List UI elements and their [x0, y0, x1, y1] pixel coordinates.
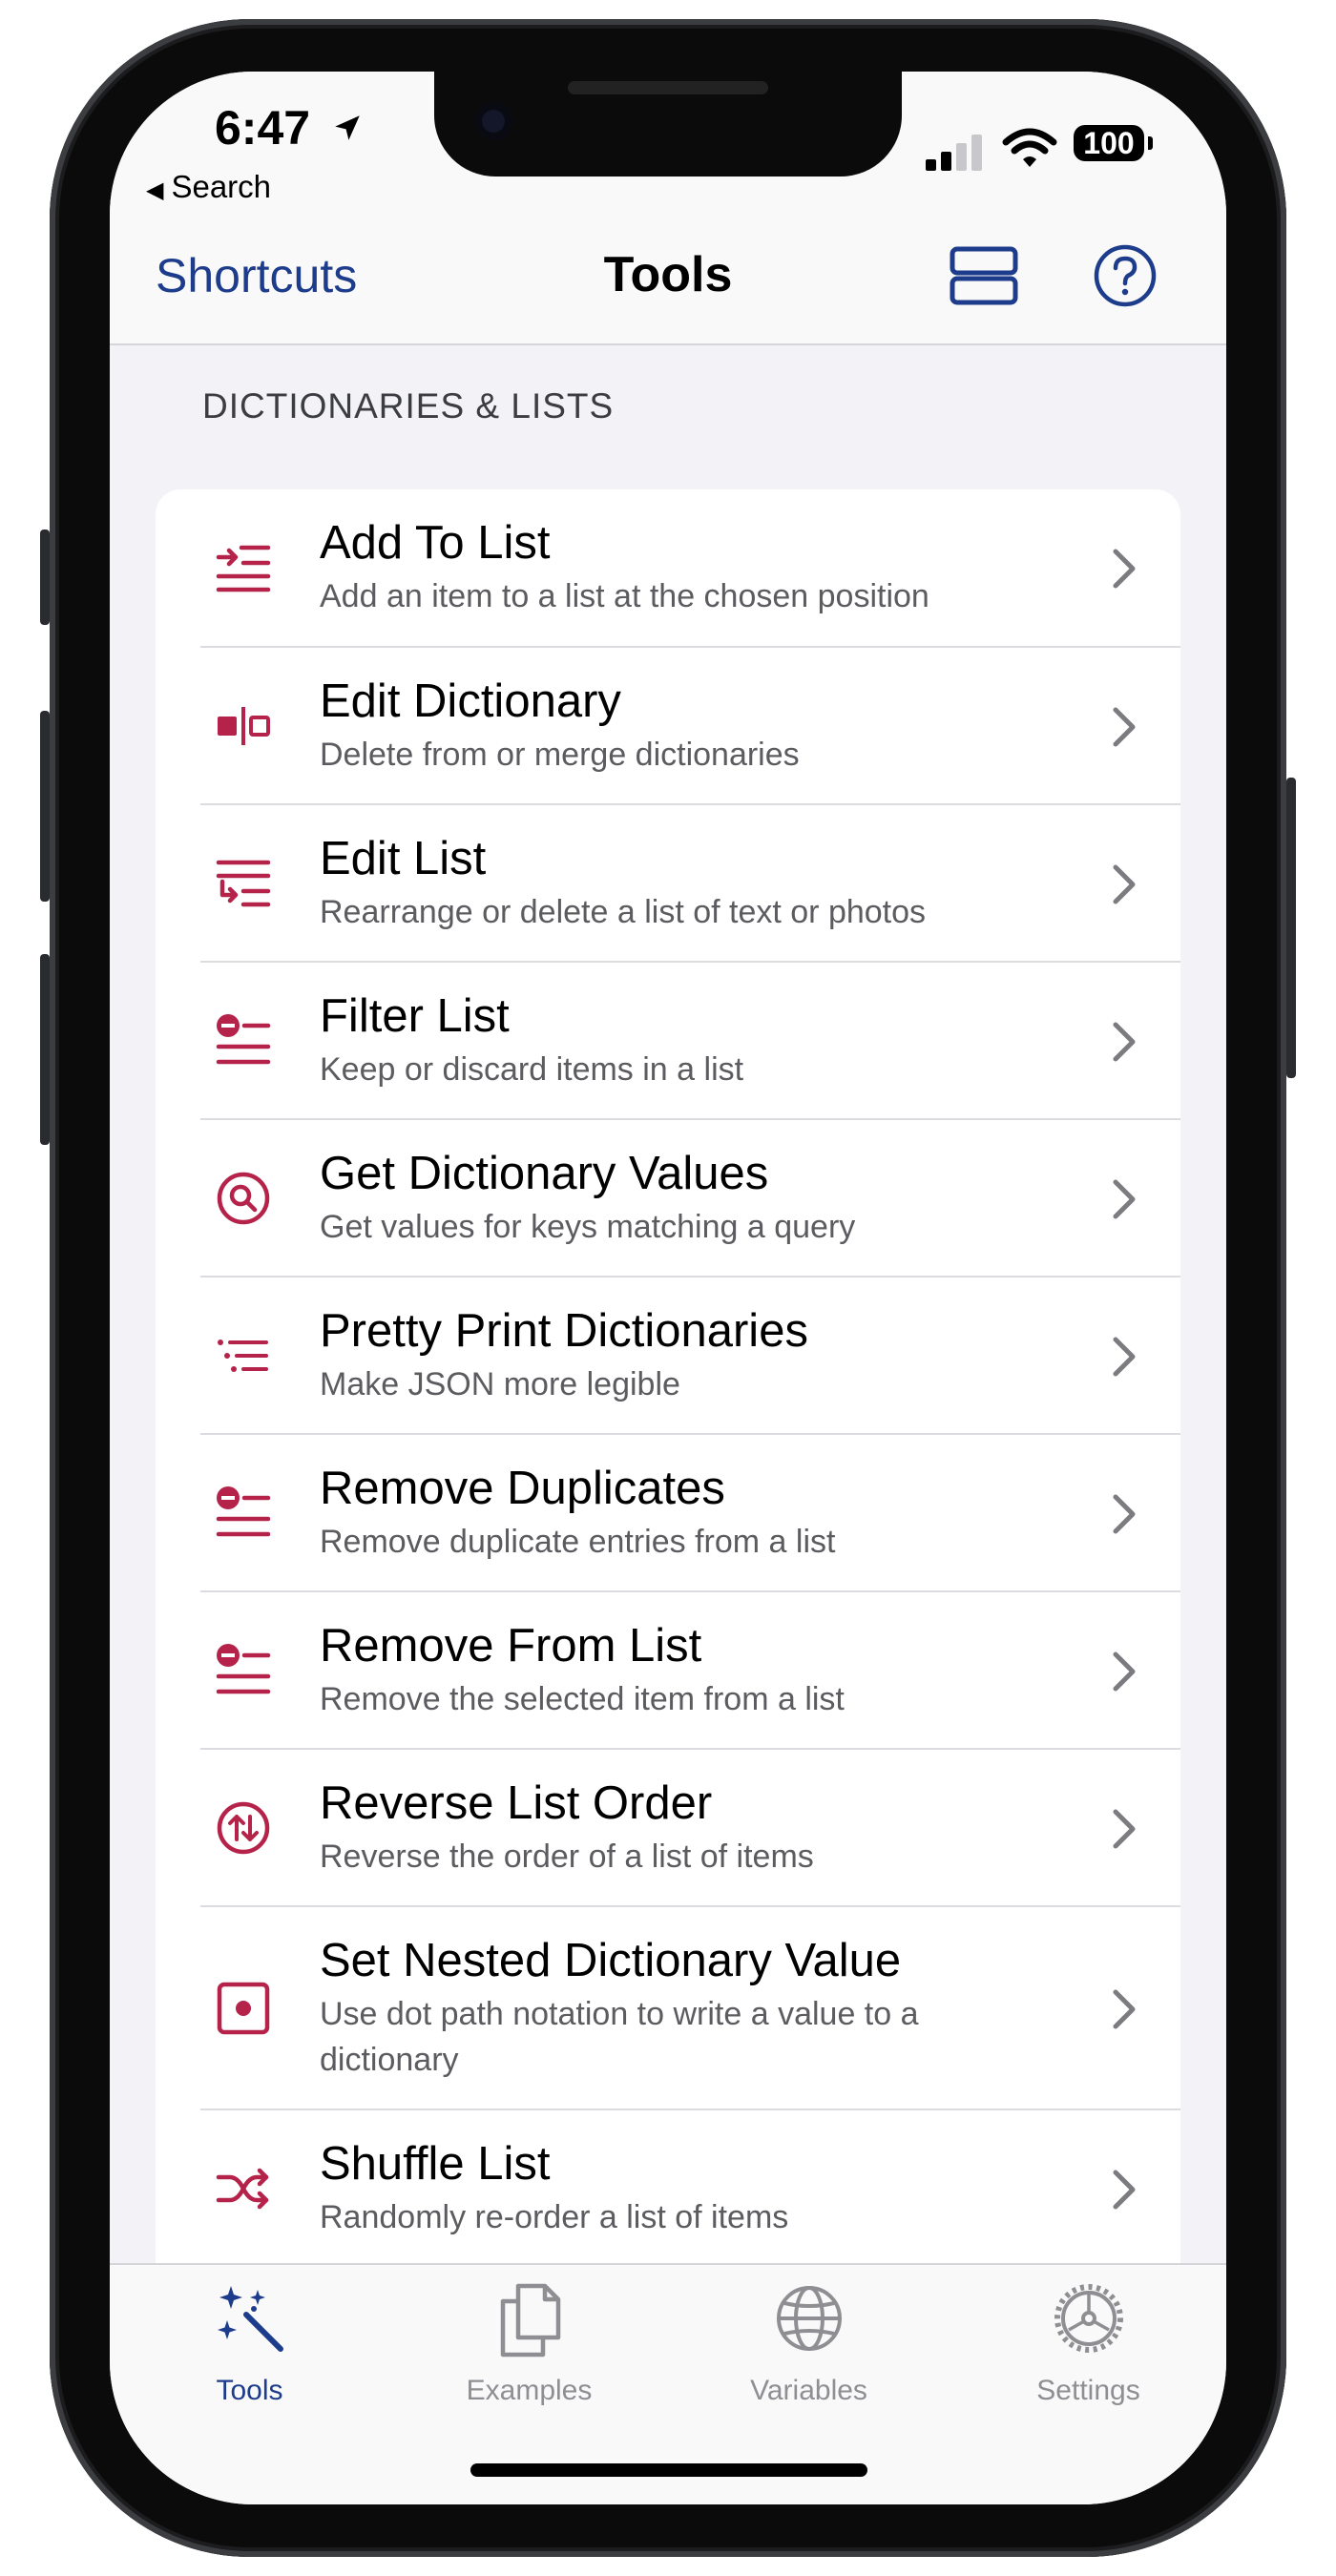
list-item-edit-list[interactable]: Edit List Rearrange or delete a list of …	[156, 805, 1180, 963]
front-camera	[474, 102, 512, 140]
list-item-add-to-list[interactable]: Add To List Add an item to a list at the…	[156, 489, 1180, 648]
item-subtitle: Remove the selected item from a list	[320, 1681, 845, 1717]
tab-examples[interactable]: Examples	[389, 2265, 669, 2427]
item-subtitle: Delete from or merge dictionaries	[320, 737, 800, 773]
list-remove-icon	[216, 1644, 271, 1694]
earpiece-speaker	[568, 81, 768, 94]
screen: 6:47 ◀ Search 100 Shortcuts Tools DICTIO…	[110, 72, 1226, 2504]
tab-settings[interactable]: Settings	[949, 2265, 1226, 2427]
chevron-right-icon	[1113, 707, 1136, 747]
item-title: Remove Duplicates	[320, 1463, 725, 1514]
dictionary-icon	[218, 707, 270, 745]
item-title: Set Nested Dictionary Value	[320, 1935, 902, 1986]
chevron-right-icon	[1113, 1179, 1136, 1219]
list-item-edit-dictionary[interactable]: Edit Dictionary Delete from or merge dic…	[156, 648, 1180, 805]
dot-square-icon	[217, 1982, 270, 2035]
globe-icon	[777, 2286, 842, 2351]
tab-tools[interactable]: Tools	[110, 2265, 389, 2427]
chevron-right-icon	[1113, 1494, 1136, 1534]
shortcuts-back-button[interactable]: Shortcuts	[156, 248, 357, 303]
wifi-icon	[1002, 128, 1057, 167]
chevron-right-icon	[1113, 549, 1136, 589]
item-title: Pretty Print Dictionaries	[320, 1305, 808, 1357]
action-button	[40, 530, 50, 625]
item-subtitle: Reverse the order of a list of items	[320, 1839, 814, 1875]
item-subtitle: Add an item to a list at the chosen posi…	[320, 578, 929, 614]
battery-tip	[1148, 136, 1153, 150]
back-search-label: Search	[171, 169, 272, 204]
volume-up-button	[40, 711, 50, 902]
item-subtitle: Get values for keys matching a query	[320, 1209, 856, 1245]
section-header: DICTIONARIES & LISTS	[202, 386, 615, 426]
tab-label: Variables	[750, 2375, 867, 2406]
chevron-right-icon	[1113, 1652, 1136, 1692]
item-title: Edit Dictionary	[320, 675, 621, 727]
tab-label: Examples	[466, 2375, 593, 2406]
item-title: Filter List	[320, 990, 510, 1042]
item-subtitle: Use dot path notation to write a value t…	[320, 1996, 919, 2078]
indent-list-icon	[218, 1340, 268, 1372]
item-title: Shuffle List	[320, 2138, 551, 2190]
item-title: Add To List	[320, 517, 551, 569]
reverse-arrows-icon	[217, 1801, 270, 1855]
item-title: Edit List	[320, 833, 487, 884]
list-item-remove-from-list[interactable]: Remove From List Remove the selected ite…	[156, 1592, 1180, 1750]
power-button	[1286, 778, 1296, 1078]
chevron-right-icon	[1113, 1989, 1136, 2029]
item-subtitle: Randomly re-order a list of items	[320, 2199, 789, 2235]
notch	[434, 72, 902, 177]
documents-icon	[500, 2283, 561, 2358]
status-time: 6:47	[215, 101, 311, 155]
gear-icon	[1054, 2284, 1123, 2353]
item-subtitle: Keep or discard items in a list	[320, 1051, 744, 1088]
list-item-get-dictionary-values[interactable]: Get Dictionary Values Get values for key…	[156, 1120, 1180, 1278]
item-subtitle: Make JSON more legible	[320, 1366, 680, 1402]
item-subtitle: Remove duplicate entries from a list	[320, 1524, 836, 1560]
chevron-right-icon	[1113, 1809, 1136, 1849]
chevron-right-icon	[1113, 2170, 1136, 2210]
list-item-reverse-list-order[interactable]: Reverse List Order Reverse the order of …	[156, 1750, 1180, 1907]
layout-toggle-icon[interactable]	[950, 246, 1018, 305]
tools-list: Add To List Add an item to a list at the…	[156, 489, 1180, 2350]
battery-indicator: 100	[1074, 125, 1144, 161]
cellular-signal-icon	[926, 135, 982, 171]
item-title: Remove From List	[320, 1620, 702, 1672]
home-indicator[interactable]	[470, 2463, 867, 2477]
list-edit-icon	[216, 860, 271, 907]
list-item-filter-list[interactable]: Filter List Keep or discard items in a l…	[156, 963, 1180, 1120]
item-subtitle: Rearrange or delete a list of text or ph…	[320, 894, 927, 930]
list-item-set-nested-dictionary-value[interactable]: Set Nested Dictionary Value Use dot path…	[156, 1907, 1180, 2110]
search-circle-icon	[217, 1172, 270, 1225]
tab-label: Tools	[216, 2375, 283, 2406]
shuffle-icon	[216, 2168, 269, 2210]
list-item-pretty-print-dictionaries[interactable]: Pretty Print Dictionaries Make JSON more…	[156, 1278, 1180, 1435]
chevron-right-icon	[1113, 1022, 1136, 1062]
back-to-search[interactable]: ◀ Search	[146, 169, 271, 205]
volume-down-button	[40, 954, 50, 1145]
list-item-shuffle-list[interactable]: Shuffle List Randomly re-order a list of…	[156, 2110, 1180, 2268]
item-title: Reverse List Order	[320, 1777, 713, 1829]
chevron-right-icon	[1113, 864, 1136, 904]
list-remove-icon	[216, 1014, 271, 1065]
magic-wand-icon	[218, 2286, 283, 2352]
list-item-remove-duplicates[interactable]: Remove Duplicates Remove duplicate entri…	[156, 1435, 1180, 1592]
chevron-right-icon	[1113, 1337, 1136, 1377]
list-remove-icon	[216, 1486, 271, 1537]
item-title: Get Dictionary Values	[320, 1148, 769, 1199]
tab-variables[interactable]: Variables	[669, 2265, 949, 2427]
list-add-icon	[216, 545, 271, 592]
help-icon[interactable]	[1093, 243, 1158, 308]
back-triangle-icon: ◀	[146, 177, 164, 203]
tab-label: Settings	[1036, 2375, 1140, 2406]
location-arrow-icon	[335, 115, 360, 140]
